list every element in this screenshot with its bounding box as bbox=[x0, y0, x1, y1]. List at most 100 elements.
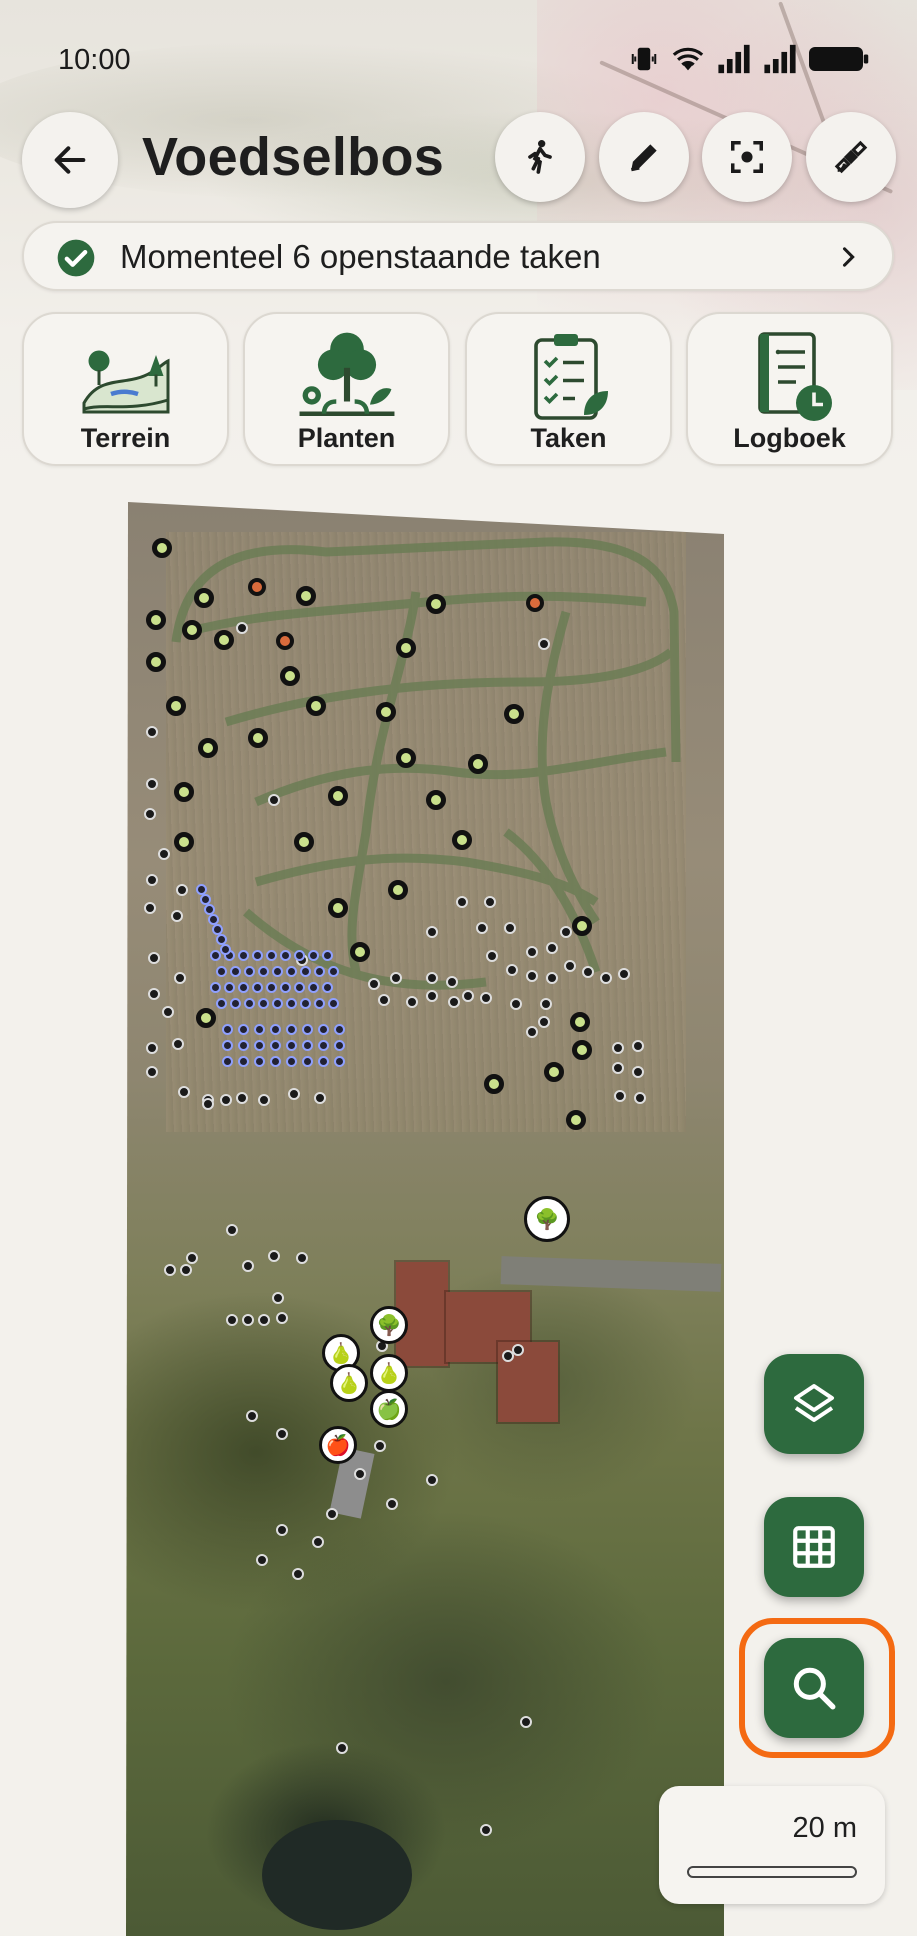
tree-marker[interactable]: 🌳 bbox=[524, 1196, 570, 1242]
plant-dot[interactable] bbox=[468, 754, 488, 774]
plant-dot[interactable] bbox=[334, 1024, 345, 1035]
plant-dot[interactable] bbox=[248, 578, 266, 596]
pear-marker[interactable]: 🍐 bbox=[370, 1354, 408, 1392]
plant-dot[interactable] bbox=[246, 1410, 258, 1422]
plant-dot[interactable] bbox=[164, 1264, 176, 1276]
plant-dot[interactable] bbox=[286, 998, 297, 1009]
apple-marker[interactable]: 🍏 bbox=[370, 1390, 408, 1428]
plant-dot[interactable] bbox=[286, 966, 297, 977]
plant-dot[interactable] bbox=[144, 808, 156, 820]
plant-dot[interactable] bbox=[426, 594, 446, 614]
back-button[interactable] bbox=[22, 112, 118, 208]
plant-dot[interactable] bbox=[180, 1264, 192, 1276]
plant-dot[interactable] bbox=[312, 1536, 324, 1548]
plant-dot[interactable] bbox=[198, 738, 218, 758]
plant-dot[interactable] bbox=[174, 782, 194, 802]
satellite-button[interactable] bbox=[806, 112, 896, 202]
plant-dot[interactable] bbox=[270, 1024, 281, 1035]
plant-dot[interactable] bbox=[426, 790, 446, 810]
plant-dot[interactable] bbox=[252, 950, 263, 961]
plant-dot[interactable] bbox=[148, 952, 160, 964]
plant-dot[interactable] bbox=[526, 946, 538, 958]
walk-mode-button[interactable] bbox=[495, 112, 585, 202]
plant-dot[interactable] bbox=[302, 1024, 313, 1035]
plant-dot[interactable] bbox=[612, 1042, 624, 1054]
plant-dot[interactable] bbox=[146, 610, 166, 630]
plant-dot[interactable] bbox=[406, 996, 418, 1008]
plant-dot[interactable] bbox=[174, 832, 194, 852]
plant-dot[interactable] bbox=[194, 588, 214, 608]
plant-dot[interactable] bbox=[480, 1824, 492, 1836]
plant-dot[interactable] bbox=[396, 748, 416, 768]
plant-dot[interactable] bbox=[306, 696, 326, 716]
plant-dot[interactable] bbox=[314, 998, 325, 1009]
plant-dot[interactable] bbox=[570, 1012, 590, 1032]
plant-dot[interactable] bbox=[244, 966, 255, 977]
plant-dot[interactable] bbox=[328, 898, 348, 918]
plant-dot[interactable] bbox=[270, 1040, 281, 1051]
plant-dot[interactable] bbox=[146, 1042, 158, 1054]
plant-dot[interactable] bbox=[326, 1508, 338, 1520]
plant-dot[interactable] bbox=[248, 728, 268, 748]
plant-dot[interactable] bbox=[220, 1094, 232, 1106]
plant-dot[interactable] bbox=[484, 896, 496, 908]
plant-dot[interactable] bbox=[238, 1024, 249, 1035]
plant-dot[interactable] bbox=[266, 950, 277, 961]
plant-dot[interactable] bbox=[222, 1040, 233, 1051]
plant-dot[interactable] bbox=[226, 1314, 238, 1326]
plant-dot[interactable] bbox=[238, 1056, 249, 1067]
plant-dot[interactable] bbox=[600, 972, 612, 984]
plant-dot[interactable] bbox=[386, 1498, 398, 1510]
plant-dot[interactable] bbox=[318, 1040, 329, 1051]
plant-dot[interactable] bbox=[504, 922, 516, 934]
plant-dot[interactable] bbox=[538, 1016, 550, 1028]
plant-dot[interactable] bbox=[288, 1088, 300, 1100]
plant-dot[interactable] bbox=[280, 982, 291, 993]
plant-dot[interactable] bbox=[376, 702, 396, 722]
plant-dot[interactable] bbox=[632, 1040, 644, 1052]
plant-dot[interactable] bbox=[152, 538, 172, 558]
plant-dot[interactable] bbox=[144, 902, 156, 914]
plant-dot[interactable] bbox=[178, 1086, 190, 1098]
plant-dot[interactable] bbox=[510, 998, 522, 1010]
layers-button[interactable] bbox=[764, 1354, 864, 1454]
plant-dot[interactable] bbox=[238, 950, 249, 961]
plant-dot[interactable] bbox=[302, 1056, 313, 1067]
plant-dot[interactable] bbox=[220, 944, 231, 955]
tree-marker[interactable]: 🌳 bbox=[370, 1306, 408, 1344]
plant-dot[interactable] bbox=[582, 966, 594, 978]
plant-dot[interactable] bbox=[308, 982, 319, 993]
plant-dot[interactable] bbox=[256, 1554, 268, 1566]
search-button[interactable] bbox=[764, 1638, 864, 1738]
plant-dot[interactable] bbox=[238, 1040, 249, 1051]
plant-dot[interactable] bbox=[296, 1252, 308, 1264]
plant-dot[interactable] bbox=[258, 1094, 270, 1106]
plant-dot[interactable] bbox=[254, 1024, 265, 1035]
plant-dot[interactable] bbox=[446, 976, 458, 988]
plant-dot[interactable] bbox=[314, 966, 325, 977]
plant-dot[interactable] bbox=[196, 1008, 216, 1028]
plant-dot[interactable] bbox=[146, 652, 166, 672]
apple-marker[interactable]: 🍎 bbox=[319, 1426, 357, 1464]
plant-dot[interactable] bbox=[258, 1314, 270, 1326]
plant-dot[interactable] bbox=[210, 982, 221, 993]
plant-dot[interactable] bbox=[426, 972, 438, 984]
plant-dot[interactable] bbox=[252, 982, 263, 993]
plant-dot[interactable] bbox=[244, 998, 255, 1009]
plant-dot[interactable] bbox=[224, 982, 235, 993]
plant-dot[interactable] bbox=[328, 998, 339, 1009]
tile-taken[interactable]: Taken bbox=[465, 312, 672, 466]
plant-dot[interactable] bbox=[286, 1056, 297, 1067]
plant-dot[interactable] bbox=[254, 1056, 265, 1067]
plant-dot[interactable] bbox=[172, 1038, 184, 1050]
plant-dot[interactable] bbox=[328, 786, 348, 806]
plant-dot[interactable] bbox=[302, 1040, 313, 1051]
plant-dot[interactable] bbox=[546, 942, 558, 954]
plant-dot[interactable] bbox=[146, 726, 158, 738]
plant-dot[interactable] bbox=[270, 1056, 281, 1067]
plant-dot[interactable] bbox=[484, 1074, 504, 1094]
plant-dot[interactable] bbox=[560, 926, 572, 938]
plant-dot[interactable] bbox=[546, 972, 558, 984]
plant-dot[interactable] bbox=[462, 990, 474, 1002]
plant-dot[interactable] bbox=[174, 972, 186, 984]
